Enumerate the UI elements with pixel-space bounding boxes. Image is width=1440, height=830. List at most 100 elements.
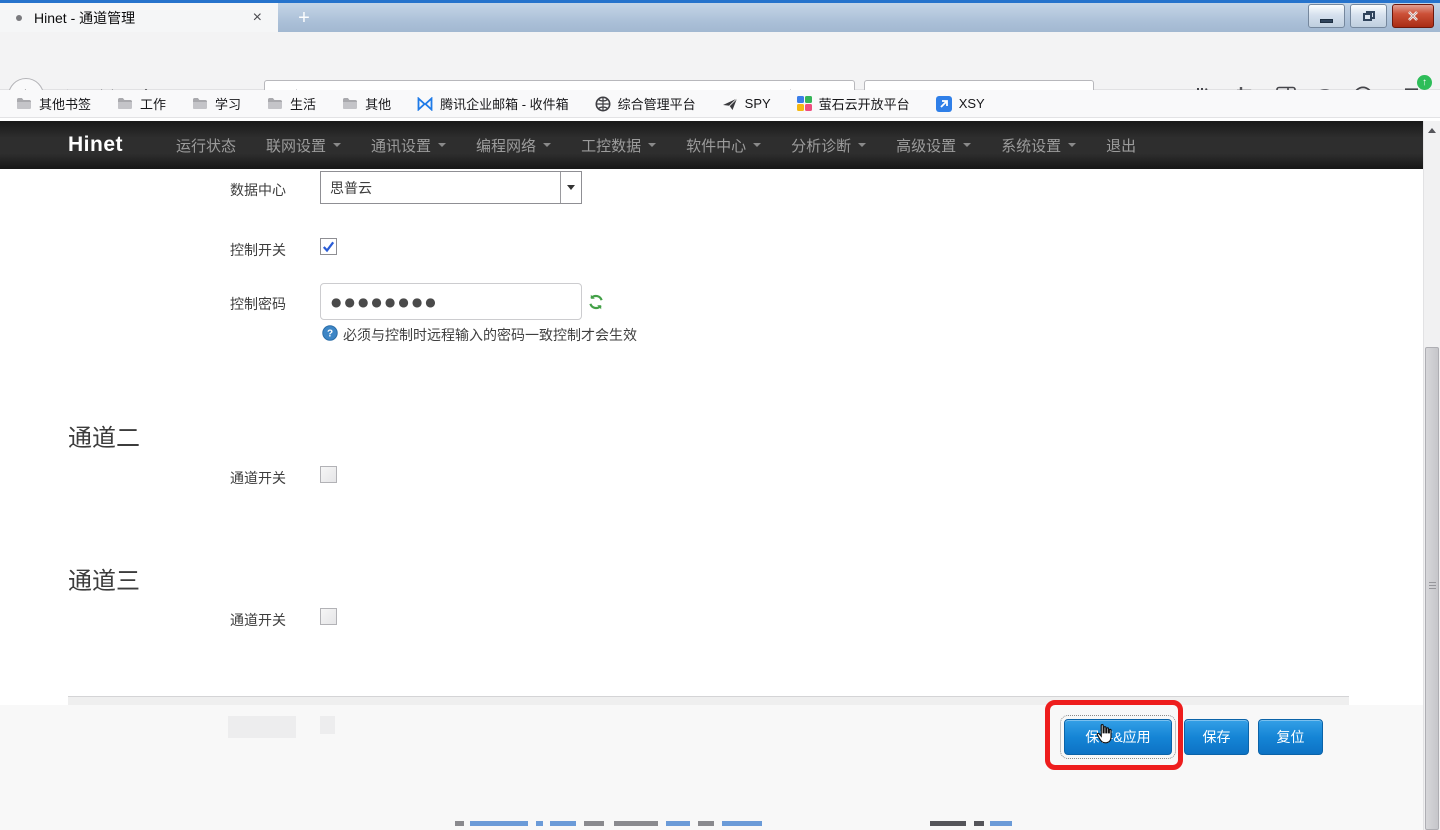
page-scrollbar[interactable] (1423, 121, 1440, 830)
footer-fragment (698, 821, 714, 826)
ghost-artifact (320, 716, 335, 734)
chevron-down-icon (438, 143, 446, 151)
help-icon: ? (322, 325, 338, 341)
tab-title: Hinet - 通道管理 (34, 8, 247, 28)
folder-icon (16, 97, 32, 110)
nav-diagnostics[interactable]: 分析诊断 (776, 135, 881, 156)
section-channel-two-title: 通道二 (68, 418, 140, 453)
data-center-select[interactable]: 思普云 (320, 171, 582, 204)
tab-accent-line (0, 0, 1440, 3)
chevron-down-icon (648, 143, 656, 151)
globe-icon (595, 96, 611, 112)
footer-fragment (930, 821, 966, 826)
nav-system-settings[interactable]: 系统设置 (986, 135, 1091, 156)
refresh-password-icon[interactable] (588, 294, 604, 310)
footer-fragment (550, 821, 576, 826)
select-dropdown-button[interactable] (560, 172, 581, 203)
nav-network-settings[interactable]: 联网设置 (251, 135, 356, 156)
chevron-down-icon (543, 143, 551, 151)
chevron-down-icon (858, 143, 866, 151)
control-password-input[interactable] (320, 283, 582, 320)
nav-programming-network[interactable]: 编程网络 (461, 135, 566, 156)
tab-favicon-dot (16, 15, 22, 21)
data-center-label: 数据中心 (230, 180, 286, 200)
chevron-down-icon (567, 185, 575, 194)
footer-fragment (990, 821, 1012, 826)
close-icon (1406, 10, 1420, 22)
scrollbar-thumb[interactable] (1425, 347, 1439, 830)
chevron-down-icon (333, 143, 341, 151)
scrollbar-up-button[interactable] (1424, 121, 1440, 138)
browser-window: Hinet - 通道管理 × + (0, 0, 1440, 830)
folder-icon (342, 97, 358, 110)
folder-icon (192, 97, 208, 110)
bookmark-folder-other-bookmarks[interactable]: 其他书签 (16, 94, 91, 113)
footer-fragment (584, 821, 604, 826)
channel3-switch-label: 通道开关 (230, 610, 286, 630)
bookmark-folder-study[interactable]: 学习 (192, 94, 241, 113)
section-channel-three-title: 通道三 (68, 561, 140, 596)
browser-toolbar: 192.168.9.99/cgi-bin/luci/;stok=489fe396… (0, 32, 1440, 90)
close-button[interactable] (1392, 4, 1434, 28)
nav-comm-settings[interactable]: 通讯设置 (356, 135, 461, 156)
nav-logout[interactable]: 退出 (1091, 135, 1151, 156)
chevron-down-icon (963, 143, 971, 151)
footer-fragment (666, 821, 690, 826)
footer-fragment (614, 821, 658, 826)
channel3-switch-checkbox[interactable] (320, 608, 337, 625)
bookmark-folder-misc[interactable]: 其他 (342, 94, 391, 113)
tencent-mail-icon (417, 97, 433, 111)
footer-fragment (536, 821, 543, 826)
checkmark-icon (321, 239, 336, 254)
minimize-icon (1320, 19, 1333, 23)
nav-industrial-data[interactable]: 工控数据 (566, 135, 671, 156)
bookmark-management-platform[interactable]: 综合管理平台 (595, 94, 696, 113)
restore-icon (1363, 11, 1375, 21)
bookmark-spy[interactable]: SPY (722, 96, 771, 111)
window-controls (1308, 4, 1434, 28)
chevron-down-icon (753, 143, 761, 151)
new-tab-button[interactable]: + (288, 7, 320, 31)
bookmark-xsy[interactable]: XSY (936, 96, 985, 112)
footer-fragment (974, 821, 984, 826)
bookmark-folder-work[interactable]: 工作 (117, 94, 166, 113)
minimize-button[interactable] (1308, 4, 1345, 28)
hand-cursor (1092, 722, 1118, 750)
control-password-label: 控制密码 (230, 294, 286, 314)
folder-icon (267, 97, 283, 110)
blue-arrow-icon (936, 96, 952, 112)
channel2-switch-checkbox[interactable] (320, 466, 337, 483)
nav-advanced-settings[interactable]: 高级设置 (881, 135, 986, 156)
plane-icon (722, 97, 738, 111)
reset-button[interactable]: 复位 (1258, 719, 1323, 755)
update-badge-icon: ↑ (1417, 75, 1432, 90)
restore-button[interactable] (1350, 4, 1387, 28)
folder-icon (117, 97, 133, 110)
save-button[interactable]: 保存 (1184, 719, 1249, 755)
bookmark-tencent-mail[interactable]: 腾讯企业邮箱 - 收件箱 (417, 94, 569, 113)
footer-fragment (455, 821, 464, 826)
nav-software-center[interactable]: 软件中心 (671, 135, 776, 156)
bookmark-ezviz-platform[interactable]: 萤石云开放平台 (797, 94, 910, 113)
color-grid-icon (797, 96, 812, 111)
control-switch-checkbox[interactable] (320, 238, 337, 255)
site-navbar: Hinet 运行状态 联网设置 通讯设置 编程网络 工控数据 软件中心 分析诊断… (0, 121, 1423, 169)
password-help-text: 必须与控制时远程输入的密码一致控制才会生效 (343, 325, 637, 345)
channel2-switch-label: 通道开关 (230, 468, 286, 488)
footer-fragment (470, 821, 528, 826)
chevron-down-icon (1068, 143, 1076, 151)
browser-tab[interactable]: Hinet - 通道管理 × (0, 3, 278, 32)
bookmark-folder-life[interactable]: 生活 (267, 94, 316, 113)
footer-fragment (722, 821, 762, 826)
site-brand[interactable]: Hinet (68, 133, 123, 157)
ghost-artifact (228, 716, 296, 738)
svg-text:?: ? (327, 329, 333, 340)
scrollbar-grip-icon (1429, 582, 1436, 591)
control-switch-label: 控制开关 (230, 240, 286, 260)
arrow-up-icon (1428, 124, 1436, 133)
tab-close-icon[interactable]: × (247, 9, 268, 27)
bookmarks-bar: 其他书签 工作 学习 生活 其他 腾讯企业邮箱 - 收件箱 综合管理平台 SPY… (0, 90, 1440, 118)
data-center-value: 思普云 (321, 178, 560, 198)
nav-run-status[interactable]: 运行状态 (161, 135, 251, 156)
page-content: Hinet 运行状态 联网设置 通讯设置 编程网络 工控数据 软件中心 分析诊断… (0, 118, 1440, 830)
